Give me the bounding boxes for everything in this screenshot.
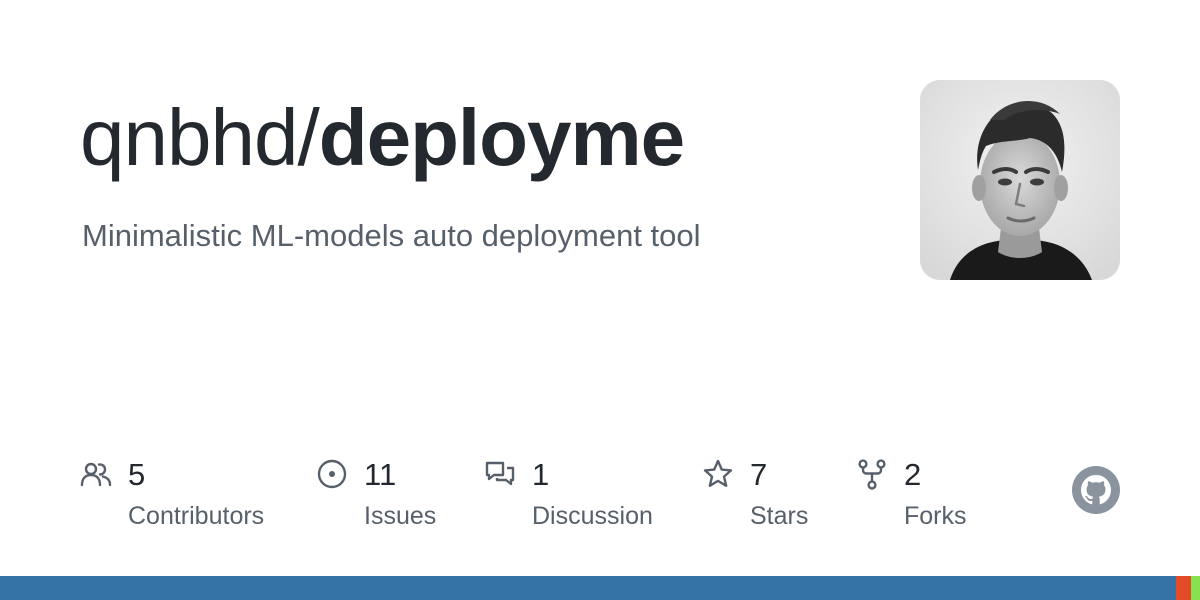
repo-description: Minimalistic ML-models auto deployment t… [82, 218, 701, 253]
avatar-portrait [920, 80, 1120, 280]
stat-count: 2 [904, 457, 922, 492]
contributors-icon [80, 462, 112, 487]
github-logo-icon[interactable] [1072, 466, 1120, 514]
owner-avatar[interactable] [920, 80, 1120, 280]
stat-label: Stars [750, 502, 809, 530]
fork-icon [858, 459, 886, 490]
stat-label: Issues [364, 502, 437, 530]
stat-count: 11 [364, 457, 397, 492]
stat-count: 7 [750, 457, 768, 492]
repo-title: qnbhd/deployme [80, 88, 685, 188]
stat-count: 5 [128, 457, 146, 492]
stat-label: Contributors [128, 502, 265, 530]
stat-count: 1 [532, 457, 550, 492]
language-bar-segment [1176, 576, 1191, 600]
repo-name[interactable]: deployme [319, 93, 685, 182]
repo-owner[interactable]: qnbhd [80, 93, 298, 182]
repo-stats: 5 Contributors 11 Issues 1 Discussion 7 … [0, 450, 1200, 550]
issues-icon [317, 459, 347, 489]
repo-separator: / [297, 93, 319, 182]
star-icon [703, 459, 733, 487]
language-bar [0, 576, 1200, 600]
language-bar-segment [0, 576, 1176, 600]
stat-label: Discussion [532, 502, 653, 530]
discussion-icon [485, 461, 515, 486]
language-bar-segment [1191, 576, 1200, 600]
stat-label: Forks [904, 502, 967, 530]
